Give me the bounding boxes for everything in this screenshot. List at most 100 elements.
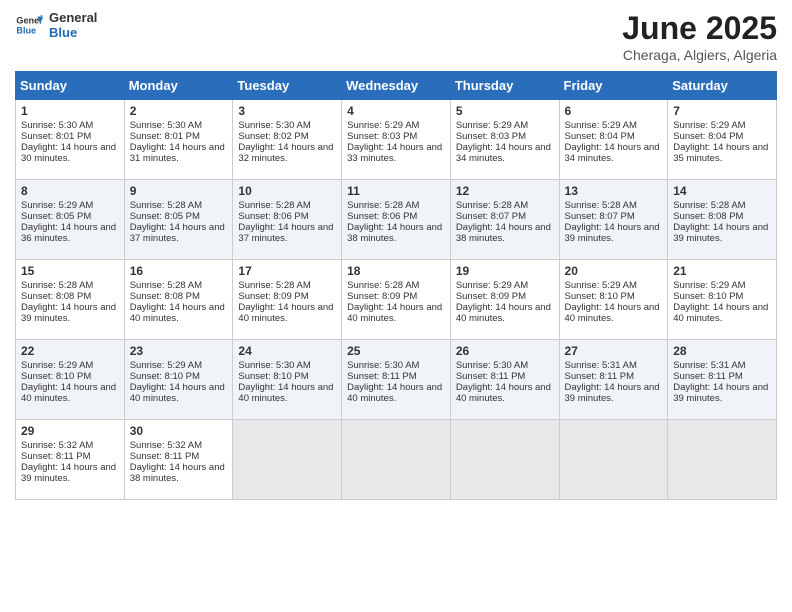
calendar-row: 8Sunrise: 5:29 AMSunset: 8:05 PMDaylight… xyxy=(16,180,777,260)
day-number: 15 xyxy=(21,264,119,278)
day-cell-12: 12 Sunrise: 5:28 AMSunset: 8:07 PMDayligh… xyxy=(450,180,559,260)
daylight-label: Daylight: 14 hours and 37 minutes. xyxy=(238,222,333,244)
sunrise-label: Sunrise: 5:29 AM xyxy=(21,360,93,371)
sunrise-label: Sunrise: 5:28 AM xyxy=(21,280,93,291)
day-cell-20: 20Sunrise: 5:29 AMSunset: 8:10 PMDayligh… xyxy=(559,260,668,340)
sunset-label: Sunset: 8:08 PM xyxy=(673,211,743,222)
title-block: June 2025 Cheraga, Algiers, Algeria xyxy=(622,10,777,63)
header-row: SundayMondayTuesdayWednesdayThursdayFrid… xyxy=(16,72,777,100)
daylight-label: Daylight: 14 hours and 30 minutes. xyxy=(21,142,116,164)
sunrise-label: Sunrise: 5:28 AM xyxy=(565,200,637,211)
day-number: 27 xyxy=(565,344,663,358)
day-cell-19: 19Sunrise: 5:29 AMSunset: 8:09 PMDayligh… xyxy=(450,260,559,340)
sunrise-label: Sunrise: 5:32 AM xyxy=(130,440,202,451)
day-cell-3: 3Sunrise: 5:30 AMSunset: 8:02 PMDaylight… xyxy=(233,100,342,180)
day-number: 1 xyxy=(21,104,119,118)
day-number: 28 xyxy=(673,344,771,358)
sunset-label: Sunset: 8:07 PM xyxy=(456,211,526,222)
day-cell-2: 2Sunrise: 5:30 AMSunset: 8:01 PMDaylight… xyxy=(124,100,233,180)
day-number: 24 xyxy=(238,344,336,358)
daylight-label: Daylight: 14 hours and 34 minutes. xyxy=(565,142,660,164)
day-cell-11: 11Sunrise: 5:28 AMSunset: 8:06 PMDayligh… xyxy=(342,180,451,260)
day-number: 3 xyxy=(238,104,336,118)
sunset-label: Sunset: 8:09 PM xyxy=(347,291,417,302)
sunrise-label: Sunrise: 5:29 AM xyxy=(673,280,745,291)
sunrise-label: Sunrise: 5:29 AM xyxy=(21,200,93,211)
day-number: 18 xyxy=(347,264,445,278)
day-cell-23: 23Sunrise: 5:29 AMSunset: 8:10 PMDayligh… xyxy=(124,340,233,420)
day-number: 8 xyxy=(21,184,119,198)
day-cell-14: 14Sunrise: 5:28 AMSunset: 8:08 PMDayligh… xyxy=(668,180,777,260)
main-title: June 2025 xyxy=(622,10,777,47)
sunset-label: Sunset: 8:04 PM xyxy=(565,131,635,142)
sunrise-label: Sunrise: 5:28 AM xyxy=(456,200,528,211)
daylight-label: Daylight: 14 hours and 39 minutes. xyxy=(673,382,768,404)
day-number: 25 xyxy=(347,344,445,358)
sunset-label: Sunset: 8:07 PM xyxy=(565,211,635,222)
daylight-label: Daylight: 14 hours and 40 minutes. xyxy=(238,382,333,404)
daylight-label: Daylight: 14 hours and 38 minutes. xyxy=(347,222,442,244)
sunset-label: Sunset: 8:01 PM xyxy=(21,131,91,142)
daylight-label: Daylight: 14 hours and 38 minutes. xyxy=(130,462,225,484)
day-cell-10: 10 Sunrise: 5:28 AMSunset: 8:06 PMDayligh… xyxy=(233,180,342,260)
day-cell-16: 16Sunrise: 5:28 AMSunset: 8:08 PMDayligh… xyxy=(124,260,233,340)
calendar-row: 1Sunrise: 5:30 AMSunset: 8:01 PMDaylight… xyxy=(16,100,777,180)
day-cell-13: 13Sunrise: 5:28 AMSunset: 8:07 PMDayligh… xyxy=(559,180,668,260)
sunset-label: Sunset: 8:10 PM xyxy=(21,371,91,382)
day-number: 11 xyxy=(347,184,445,198)
col-header-wednesday: Wednesday xyxy=(342,72,451,100)
sunset-label: Sunset: 8:11 PM xyxy=(456,371,526,382)
day-cell-1: 1Sunrise: 5:30 AMSunset: 8:01 PMDaylight… xyxy=(16,100,125,180)
daylight-label: Daylight: 14 hours and 39 minutes. xyxy=(21,462,116,484)
day-number: 14 xyxy=(673,184,771,198)
sunrise-label: Sunrise: 5:28 AM xyxy=(238,200,310,211)
sunset-label: Sunset: 8:05 PM xyxy=(21,211,91,222)
day-cell-30: 30Sunrise: 5:32 AMSunset: 8:11 PMDayligh… xyxy=(124,420,233,500)
daylight-label: Daylight: 14 hours and 40 minutes. xyxy=(456,382,551,404)
sunrise-label: Sunrise: 5:29 AM xyxy=(130,360,202,371)
day-number: 5 xyxy=(456,104,554,118)
sunrise-label: Sunrise: 5:28 AM xyxy=(130,200,202,211)
day-cell-26: 26Sunrise: 5:30 AMSunset: 8:11 PMDayligh… xyxy=(450,340,559,420)
sunset-label: Sunset: 8:04 PM xyxy=(673,131,743,142)
logo-text-blue: Blue xyxy=(49,25,97,40)
day-cell-28: 28Sunrise: 5:31 AMSunset: 8:11 PMDayligh… xyxy=(668,340,777,420)
daylight-label: Daylight: 14 hours and 37 minutes. xyxy=(130,222,225,244)
day-cell-29: 29Sunrise: 5:32 AMSunset: 8:11 PMDayligh… xyxy=(16,420,125,500)
day-number: 12 xyxy=(456,184,554,198)
sunset-label: Sunset: 8:08 PM xyxy=(130,291,200,302)
daylight-label: Daylight: 14 hours and 38 minutes. xyxy=(456,222,551,244)
day-number: 9 xyxy=(130,184,228,198)
sunset-label: Sunset: 8:06 PM xyxy=(238,211,308,222)
sunset-label: Sunset: 8:11 PM xyxy=(21,451,91,462)
day-number: 10 xyxy=(238,184,336,198)
day-cell-8: 8Sunrise: 5:29 AMSunset: 8:05 PMDaylight… xyxy=(16,180,125,260)
day-number: 19 xyxy=(456,264,554,278)
sunrise-label: Sunrise: 5:29 AM xyxy=(347,120,419,131)
col-header-monday: Monday xyxy=(124,72,233,100)
sunrise-label: Sunrise: 5:29 AM xyxy=(456,120,528,131)
sunset-label: Sunset: 8:11 PM xyxy=(565,371,635,382)
calendar-row: 22Sunrise: 5:29 AMSunset: 8:10 PMDayligh… xyxy=(16,340,777,420)
sunset-label: Sunset: 8:05 PM xyxy=(130,211,200,222)
daylight-label: Daylight: 14 hours and 40 minutes. xyxy=(347,302,442,324)
day-cell-7: 7Sunrise: 5:29 AMSunset: 8:04 PMDaylight… xyxy=(668,100,777,180)
daylight-label: Daylight: 14 hours and 33 minutes. xyxy=(347,142,442,164)
day-cell-15: 15Sunrise: 5:28 AMSunset: 8:08 PMDayligh… xyxy=(16,260,125,340)
sunset-label: Sunset: 8:11 PM xyxy=(673,371,743,382)
day-number: 6 xyxy=(565,104,663,118)
sunrise-label: Sunrise: 5:29 AM xyxy=(565,120,637,131)
sunrise-label: Sunrise: 5:29 AM xyxy=(673,120,745,131)
sunset-label: Sunset: 8:02 PM xyxy=(238,131,308,142)
sunset-label: Sunset: 8:03 PM xyxy=(456,131,526,142)
sunset-label: Sunset: 8:11 PM xyxy=(347,371,417,382)
sunrise-label: Sunrise: 5:28 AM xyxy=(238,280,310,291)
daylight-label: Daylight: 14 hours and 35 minutes. xyxy=(673,142,768,164)
empty-cell xyxy=(450,420,559,500)
day-number: 29 xyxy=(21,424,119,438)
sunrise-label: Sunrise: 5:30 AM xyxy=(238,120,310,131)
day-cell-9: 9 Sunrise: 5:28 AMSunset: 8:05 PMDaylight… xyxy=(124,180,233,260)
header: General Blue General Blue June 2025 Cher… xyxy=(15,10,777,63)
sunrise-label: Sunrise: 5:30 AM xyxy=(456,360,528,371)
daylight-label: Daylight: 14 hours and 40 minutes. xyxy=(456,302,551,324)
